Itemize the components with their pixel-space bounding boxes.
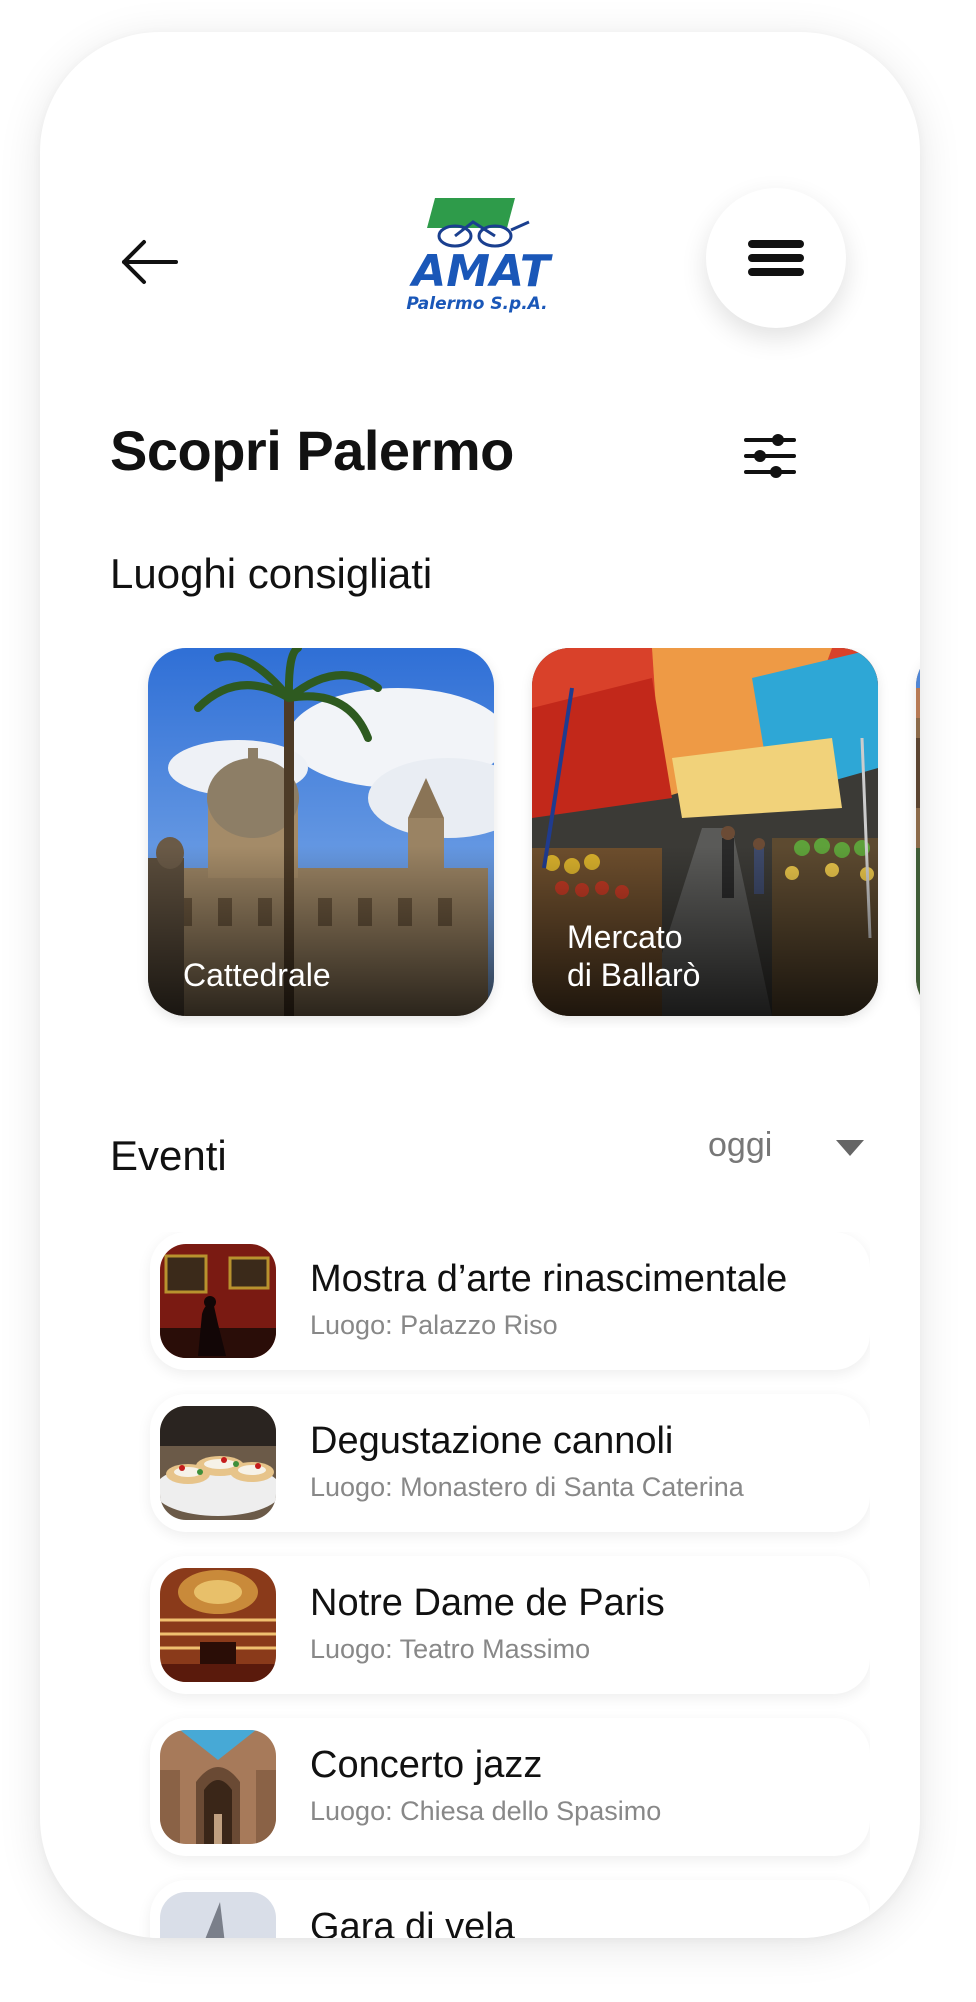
place-card-3[interactable] <box>916 648 920 1016</box>
event-title: Mostra d’arte rinascimentale <box>310 1258 788 1300</box>
events-list[interactable]: Mostra d’arte rinascimentale Luogo: Pala… <box>110 1232 870 1938</box>
places-carousel[interactable]: Cattedrale Mercato di Ballarò <box>110 648 920 1028</box>
caret-down-icon <box>836 1140 864 1156</box>
event-title: Notre Dame de Paris <box>310 1582 665 1624</box>
amat-logo: AMAT Palermo S.p.A. <box>395 194 565 314</box>
event-title: Concerto jazz <box>310 1744 543 1786</box>
event-item[interactable]: Mostra d’arte rinascimentale Luogo: Pala… <box>150 1232 870 1370</box>
place-card-cattedrale[interactable]: Cattedrale <box>148 648 494 1016</box>
page-title: Scopri Palermo <box>110 419 514 482</box>
event-item[interactable]: Gara di vela <box>150 1880 870 1938</box>
event-thumbnail <box>160 1892 276 1938</box>
events-section-title: Eventi <box>110 1132 227 1179</box>
logo-tagline-text: Palermo S.p.A. <box>406 294 547 314</box>
place-label: Cattedrale <box>183 957 331 993</box>
event-thumbnail <box>160 1244 276 1358</box>
phone-screen: AMAT Palermo S.p.A. Scopri Palermo Luogh… <box>40 32 920 1938</box>
event-item[interactable]: Degustazione cannoli Luogo: Monastero di… <box>150 1394 870 1532</box>
event-title: Gara di vela <box>310 1906 515 1938</box>
back-button[interactable] <box>116 232 186 292</box>
filter-button[interactable] <box>740 426 800 486</box>
date-filter-dropdown[interactable]: oggi <box>708 1118 868 1178</box>
event-thumbnail <box>160 1730 276 1844</box>
sliders-icon <box>744 434 796 478</box>
event-place: Luogo: Teatro Massimo <box>310 1634 591 1664</box>
event-title: Degustazione cannoli <box>310 1420 674 1462</box>
event-place: Luogo: Chiesa dello Spasimo <box>310 1796 662 1826</box>
event-item[interactable]: Concerto jazz Luogo: Chiesa dello Spasim… <box>150 1718 870 1856</box>
place-label: Mercato di Ballarò <box>567 919 701 993</box>
date-filter-value: oggi <box>708 1126 773 1164</box>
menu-button[interactable] <box>706 188 846 328</box>
places-section-title: Luoghi consigliati <box>110 550 433 597</box>
event-item[interactable]: Notre Dame de Paris Luogo: Teatro Massim… <box>150 1556 870 1694</box>
place-card-mercato-ballaro[interactable]: Mercato di Ballarò <box>532 648 878 1016</box>
arrow-left-icon <box>122 240 178 284</box>
event-place: Luogo: Monastero di Santa Caterina <box>310 1472 744 1502</box>
event-thumbnail <box>160 1406 276 1520</box>
logo-brand-text: AMAT <box>409 246 553 297</box>
place-3-image <box>916 648 920 1016</box>
event-thumbnail <box>160 1568 276 1682</box>
event-place: Luogo: Palazzo Riso <box>310 1310 558 1340</box>
